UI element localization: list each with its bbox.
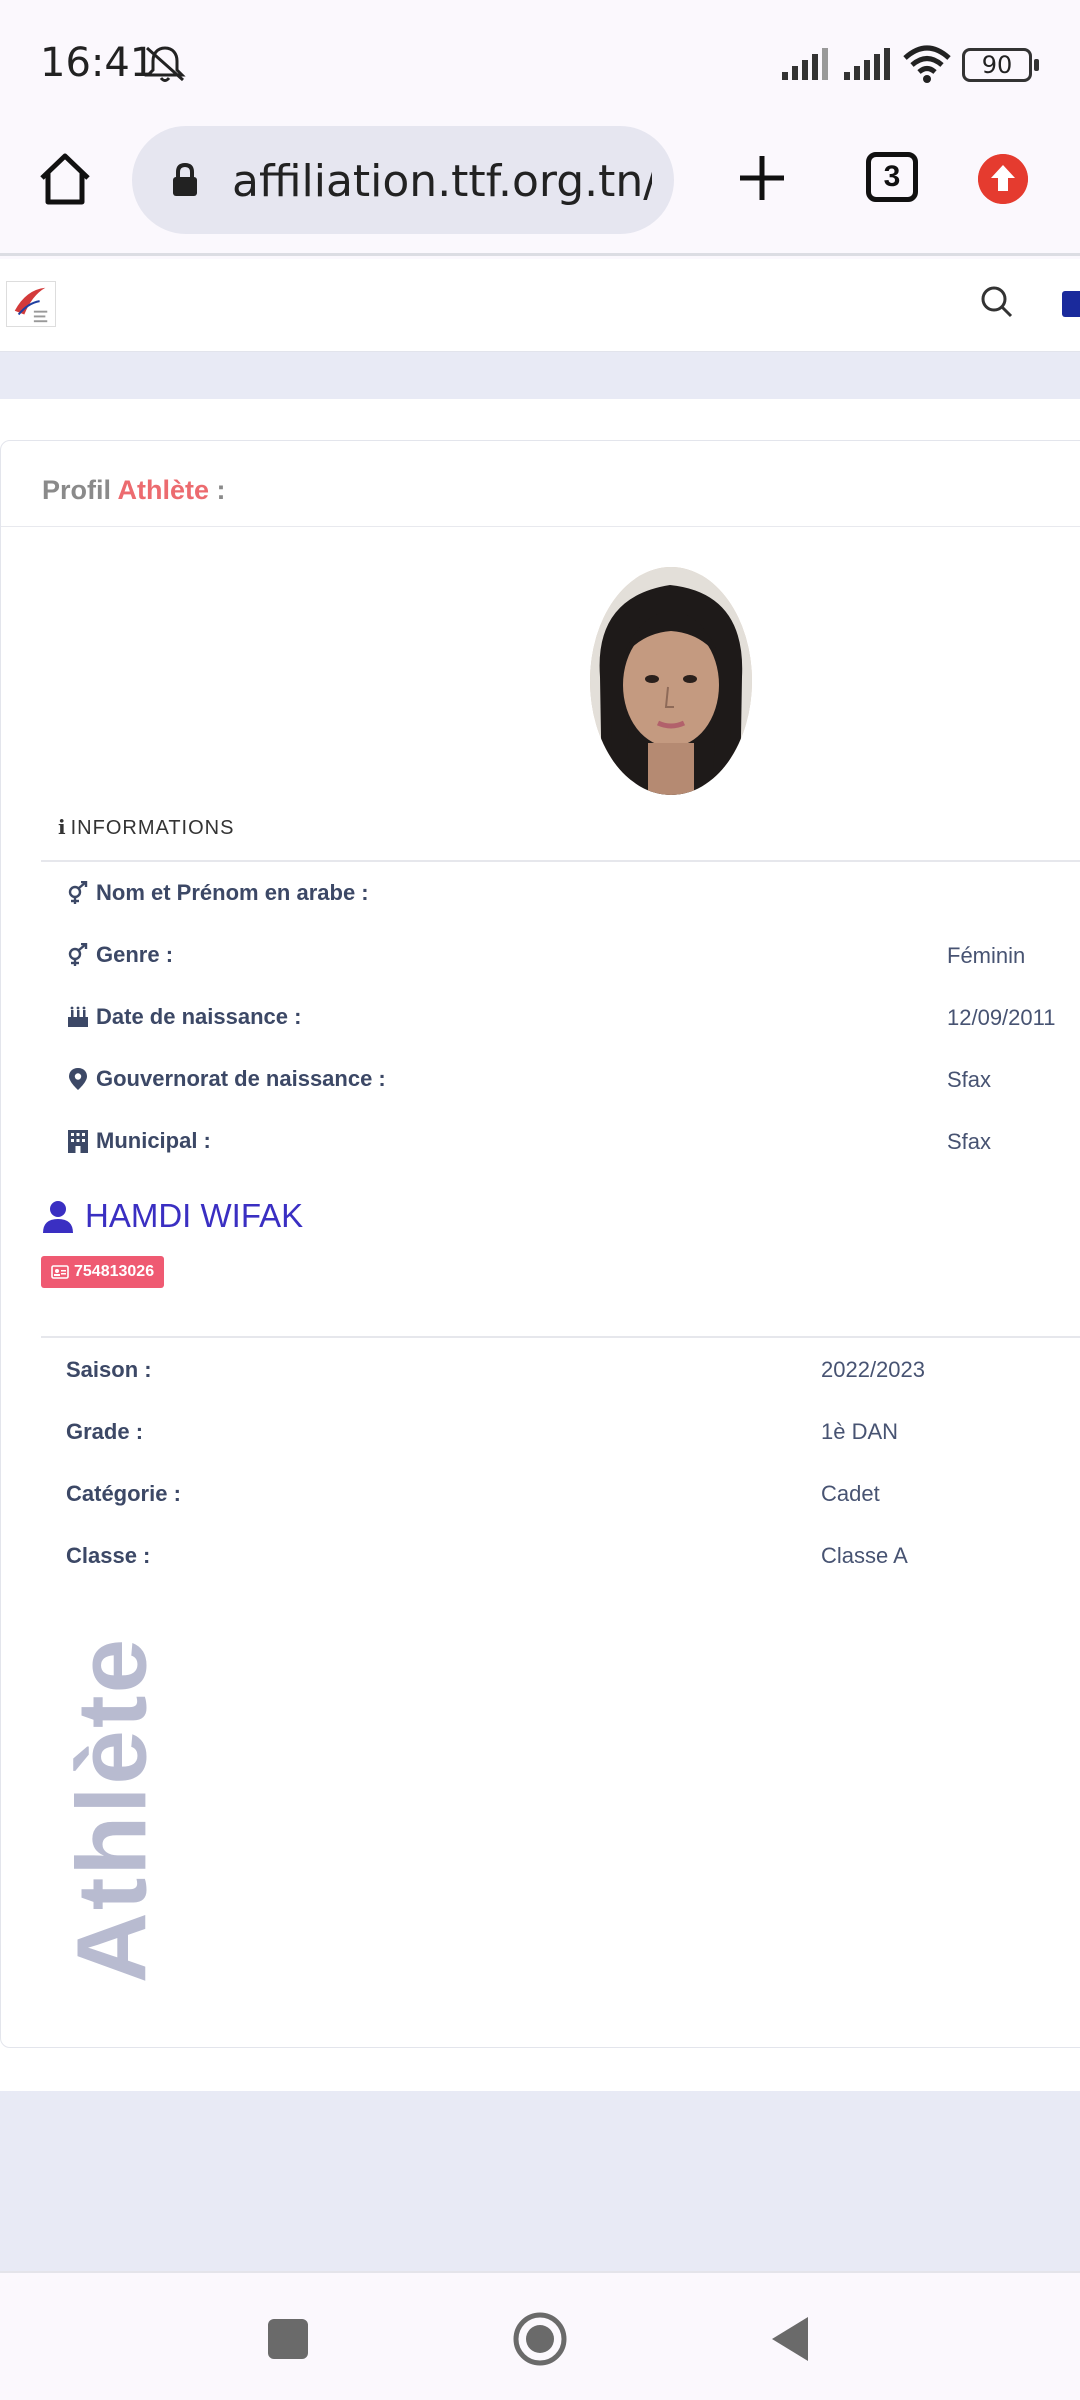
site-logo[interactable] bbox=[6, 281, 56, 327]
wifi-icon bbox=[903, 45, 951, 83]
license-badge: 754813026 bbox=[41, 1256, 165, 1288]
info-row-label-arabic-name: Nom et Prénom en arabe : bbox=[66, 880, 369, 906]
id-card-icon bbox=[51, 1265, 69, 1279]
signal-icon-2 bbox=[844, 48, 890, 80]
info-row-value-birthdate: 12/09/2011 bbox=[947, 1005, 1056, 1030]
browser-toolbar: affiliation.ttf.org.tn/fic 3 bbox=[0, 126, 1080, 256]
home-nav-button[interactable] bbox=[512, 2311, 568, 2367]
user-icon bbox=[43, 1201, 73, 1233]
site-header bbox=[0, 259, 1080, 352]
signal-icon bbox=[782, 48, 828, 80]
status-bar: 16:41 90 bbox=[0, 0, 1080, 126]
category-row-label: Catégorie : bbox=[66, 1481, 181, 1506]
update-arrow-icon[interactable] bbox=[978, 154, 1028, 204]
url-text: affiliation.ttf.org.tn/fic bbox=[232, 156, 652, 207]
recent-apps-button[interactable] bbox=[268, 2319, 308, 2359]
back-nav-button[interactable] bbox=[768, 2315, 812, 2363]
gender-icon bbox=[68, 881, 88, 904]
bell-off-icon bbox=[144, 46, 186, 82]
status-time: 16:41 bbox=[40, 40, 156, 86]
class-row-value: Classe A bbox=[821, 1543, 908, 1568]
info-row-label-genre: Genre : bbox=[66, 942, 173, 968]
athlete-photo bbox=[590, 567, 752, 795]
season-row-label: Saison : bbox=[66, 1357, 152, 1382]
informations-heading: i INFORMATIONS bbox=[58, 815, 235, 839]
home-icon[interactable] bbox=[36, 150, 94, 208]
grade-row-label: Grade : bbox=[66, 1419, 144, 1444]
info-row-label-birth-governorate: Gouvernorat de naissance : bbox=[66, 1066, 386, 1092]
card-title: Profil Athlète : bbox=[42, 475, 226, 505]
header-band bbox=[0, 352, 1080, 399]
birthday-cake-icon bbox=[68, 1006, 88, 1027]
info-row-label-birthdate: Date de naissance : bbox=[66, 1004, 301, 1030]
athlete-watermark: Athlète bbox=[56, 1636, 167, 1984]
lock-icon bbox=[173, 162, 197, 196]
gender-icon bbox=[68, 943, 88, 966]
footer-band bbox=[0, 2091, 1080, 2271]
grade-row-value: 1è DAN bbox=[821, 1419, 899, 1444]
season-row-value: 2022/2023 bbox=[821, 1357, 925, 1382]
info-row-label-municipal: Municipal : bbox=[66, 1128, 211, 1154]
divider bbox=[41, 1336, 1080, 1338]
info-row-value-birth-governorate: Sfax bbox=[947, 1067, 992, 1092]
athlete-name: HAMDI WIFAK bbox=[41, 1197, 303, 1235]
search-icon[interactable] bbox=[980, 285, 1014, 319]
map-marker-icon bbox=[69, 1068, 87, 1090]
system-nav-bar bbox=[0, 2271, 1080, 2400]
info-row-value-municipal: Sfax bbox=[947, 1129, 992, 1154]
battery-indicator: 90 bbox=[962, 48, 1039, 82]
divider bbox=[41, 860, 1080, 862]
url-bar[interactable]: affiliation.ttf.org.tn/fic bbox=[132, 126, 674, 234]
class-row-label: Classe : bbox=[66, 1543, 151, 1568]
info-row-value-genre: Féminin bbox=[947, 943, 1026, 968]
new-tab-icon[interactable] bbox=[734, 150, 790, 206]
info-icon: i bbox=[58, 815, 67, 839]
card-header: Profil Athlète : bbox=[1, 441, 1080, 527]
language-flag[interactable] bbox=[1062, 291, 1080, 317]
tab-switcher-button[interactable]: 3 bbox=[866, 152, 918, 202]
category-row-value: Cadet bbox=[821, 1481, 880, 1506]
building-icon bbox=[68, 1130, 88, 1153]
